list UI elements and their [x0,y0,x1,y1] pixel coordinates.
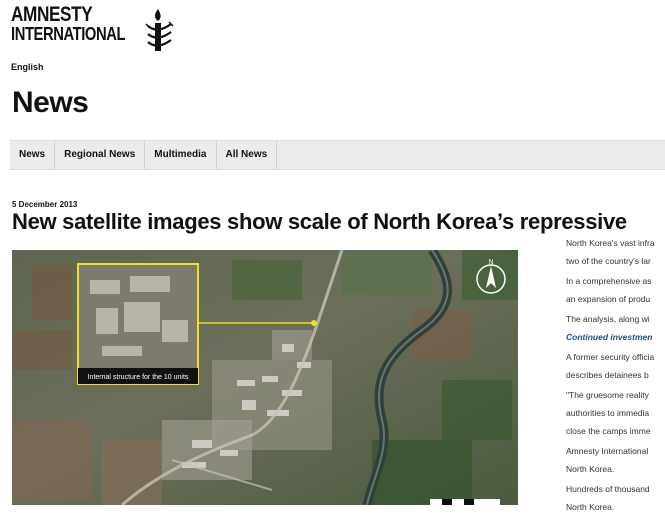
article-text-line: an expansion of produ [566,294,651,304]
article-text-line: In a comprehensive as [566,276,652,286]
article-text-line: authorities to immedia [566,408,650,418]
callout-label: Internal structure for the 10 units [88,374,189,381]
article-date: 5 December 2013 [12,200,78,209]
article-text-line: Hundreds of thousand [566,484,650,494]
nav-item-multimedia[interactable]: Multimedia [145,141,217,169]
satellite-terrain: Internal structure for the 10 units N [12,250,518,505]
article-text-line: two of the country's lar [566,256,651,266]
article-text-line: "The gruesome reality [566,390,649,400]
article-text-line: North Korea. [566,502,615,512]
section-nav: News Regional News Multimedia All News [10,140,665,170]
article-text-line: North Korea. [566,464,615,474]
page-title: News [12,86,89,119]
article-body: North Korea's vast infra two of the coun… [566,236,665,518]
nav-item-all-news[interactable]: All News [217,141,278,169]
logo-text-amnesty: AMNESTY [11,3,93,26]
nav-item-regional-news[interactable]: Regional News [55,141,146,169]
language-selector[interactable]: English [11,62,44,72]
amnesty-logo[interactable]: AMNESTY INTERNATIONAL [11,3,174,51]
article-headline: New satellite images show scale of North… [12,209,627,234]
article-text-line: The analysis, along wi [566,314,650,324]
article-text-line: Amnesty International [566,446,649,456]
continued-investment-link[interactable]: Continued investmen [566,330,665,344]
article-text-line: describes detainees b [566,370,649,380]
compass-label: N [488,259,493,266]
candle-icon [145,9,174,51]
article-text-line: A former security officia [566,352,655,362]
article-text-line: North Korea's vast infra [566,238,655,248]
logo-text-international: INTERNATIONAL [11,24,126,44]
satellite-image: Internal structure for the 10 units N [12,250,518,505]
article-text-line: close the camps imme [566,426,651,436]
nav-item-news[interactable]: News [10,141,56,169]
